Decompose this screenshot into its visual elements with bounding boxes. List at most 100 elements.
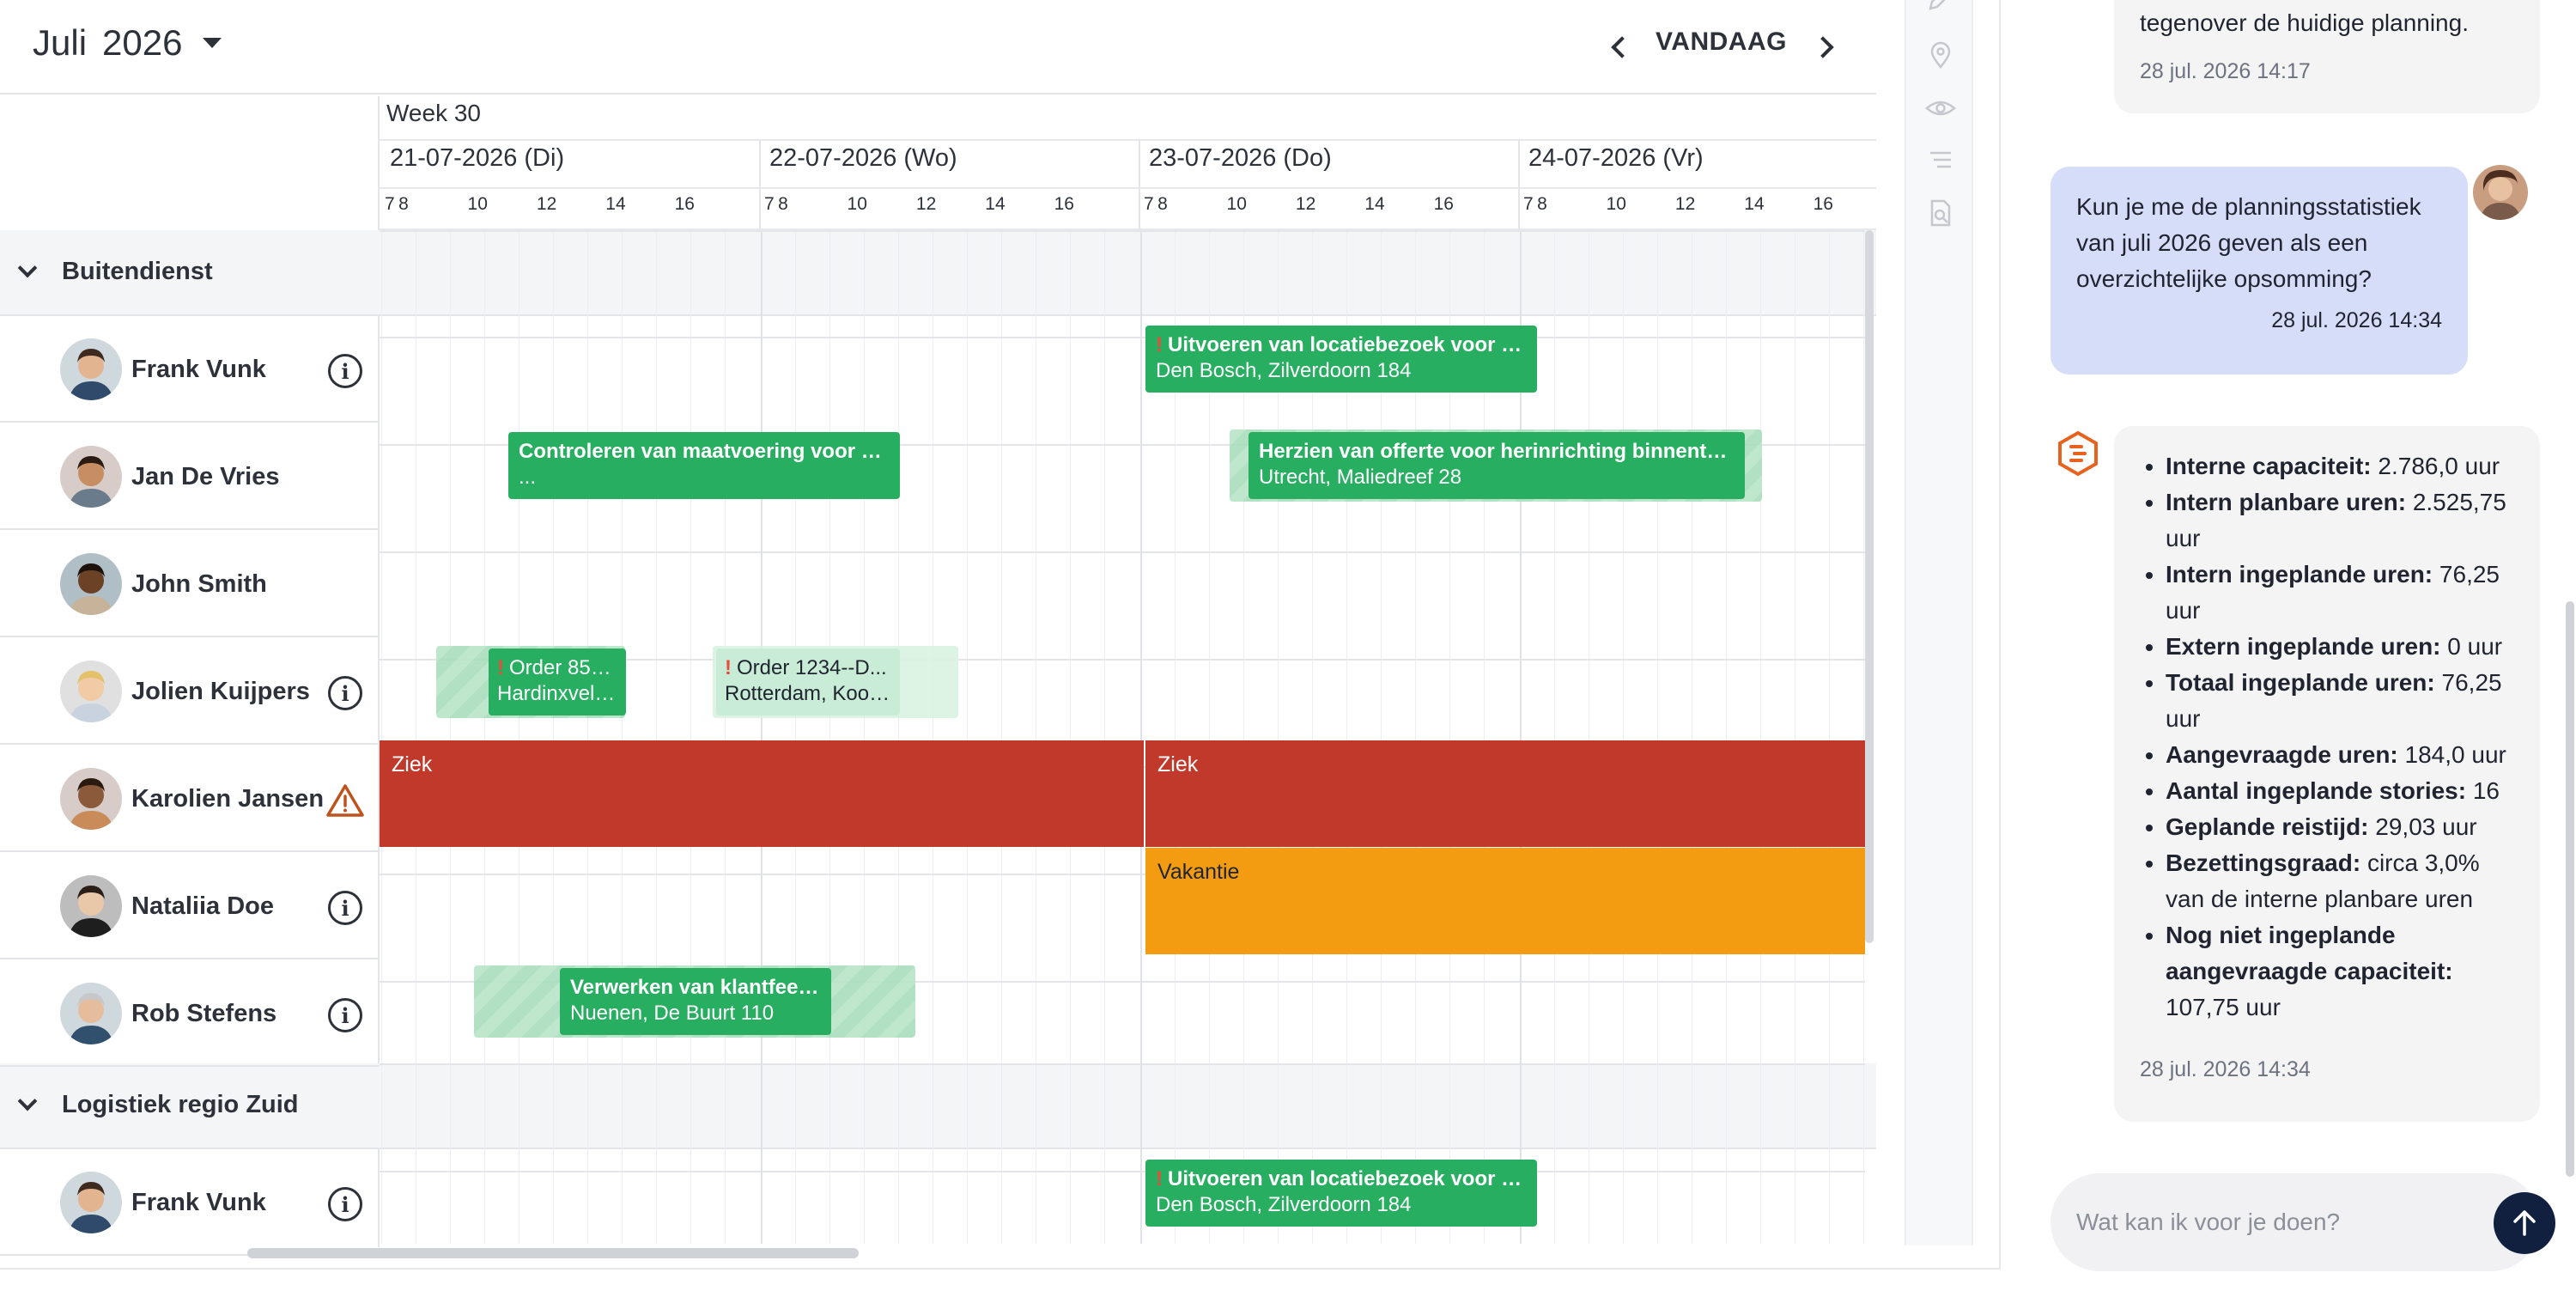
resource-row[interactable]: John Smith (0, 531, 380, 637)
task-title: Verwerken van klantfeed... (570, 976, 821, 999)
chevron-down-icon[interactable] (17, 258, 38, 278)
task-card[interactable]: ! Order 1234--D... Rotterdam, Kootse (716, 648, 900, 715)
info-icon[interactable]: i (328, 354, 362, 388)
message-timestamp: 28 jul. 2026 14:34 (2271, 308, 2442, 332)
statistic-item: Geplande reistijd: 29,03 uur (2166, 809, 2514, 845)
grid-column-line (1104, 230, 1105, 1244)
send-button[interactable] (2494, 1192, 2555, 1254)
assistant-message: tegenover de huidige planning. 28 jul. 2… (2114, 0, 2540, 113)
absence-label: Ziek (392, 752, 433, 776)
group-name: Buitendienst (62, 258, 213, 285)
schedule-grid[interactable]: ! Uitvoeren van locatiebezoek voor da... … (380, 230, 1865, 1244)
vacation-block[interactable]: Vakantie (1145, 848, 1865, 954)
next-period-button[interactable] (1805, 26, 1848, 69)
chat-input[interactable] (2076, 1199, 2454, 1245)
task-card[interactable]: ! Uitvoeren van locatiebezoek voor da... … (1145, 326, 1537, 393)
task-location: Nuenen, De Buurt 110 (570, 1002, 775, 1025)
month-year-dropdown[interactable]: Juli 2026 (33, 22, 222, 64)
task-card[interactable]: !Order 8573-D... Hardinxveld-Giessendam (489, 648, 626, 715)
info-icon[interactable]: i (328, 1187, 362, 1221)
task-location: Hardinxveld-Giessendam (497, 682, 617, 705)
document-search-icon[interactable] (1923, 196, 1958, 230)
grid-column-line (381, 230, 382, 1244)
alert-icon: ! (1156, 1167, 1163, 1190)
hour-tick-label: 16 (674, 194, 695, 214)
avatar (60, 553, 122, 615)
resource-row[interactable]: Nataliia Doe i (0, 853, 380, 959)
task-location: Den Bosch, Zilverdoorn 184 (1156, 359, 1412, 382)
horizontal-scrollbar[interactable] (247, 1248, 859, 1258)
today-button[interactable]: VANDAAG (1656, 27, 1787, 57)
grid-row-line (380, 230, 1865, 232)
previous-period-button[interactable] (1597, 26, 1640, 69)
day-label: 22-07-2026 (Wo) (769, 144, 957, 172)
resource-name: Rob Stefens (131, 1000, 277, 1027)
resource-row[interactable]: Jolien Kuijpers i (0, 638, 380, 745)
statistic-value: 2.786,0 uur (2378, 453, 2500, 479)
chevron-right-icon (1812, 36, 1834, 58)
resource-row[interactable]: Jan De Vries (0, 423, 380, 530)
grid-row-line (380, 551, 1865, 553)
task-title: Herzien van offerte voor herinrichting b… (1259, 440, 1735, 463)
statistic-item: Intern planbare uren: 2.525,75 uur (2166, 484, 2514, 557)
statistic-item: Extern ingeplande uren: 0 uur (2166, 629, 2514, 665)
info-icon[interactable]: i (328, 998, 362, 1032)
chat-scrollbar[interactable] (2566, 601, 2574, 1177)
grid-column-line (864, 230, 865, 1244)
grid-column-line (450, 230, 451, 1244)
grid-column-line (484, 230, 485, 1244)
pencil-icon[interactable] (1923, 0, 1958, 15)
chevron-down-icon[interactable] (17, 1091, 38, 1111)
grid-column-line (829, 230, 830, 1244)
resource-row[interactable]: Rob Stefens i (0, 960, 380, 1067)
hour-tick-label: 14 (1364, 194, 1385, 214)
assistant-message: Interne capaciteit: 2.786,0 uur Intern pl… (2114, 426, 2540, 1122)
warning-icon[interactable] (326, 783, 364, 818)
list-filter-icon[interactable] (1923, 143, 1958, 177)
hour-tick-label: 12 (1674, 194, 1696, 214)
hour-tick-label: 12 (1295, 194, 1316, 214)
resource-row[interactable]: Frank Vunk i (0, 1149, 380, 1256)
statistic-label: Nog niet ingeplande aangevraagde capacit… (2166, 922, 2453, 984)
task-card[interactable]: Herzien van offerte voor herinrichting b… (1249, 432, 1745, 499)
task-title: Order 1234--D... (737, 656, 887, 679)
eye-icon[interactable] (1923, 91, 1958, 125)
avatar (60, 1172, 122, 1233)
user-message: Kun je me de planningsstatistiek van jul… (2050, 167, 2468, 374)
sick-leave-block[interactable]: Ziek (1145, 740, 1865, 847)
hour-tick-label: 7 (1523, 194, 1534, 214)
tool-rail (1905, 0, 1973, 1245)
grid-row-line (380, 337, 1865, 338)
task-location: Rotterdam, Kootse (725, 682, 891, 705)
task-card[interactable]: ! Uitvoeren van locatiebezoek voor da... … (1145, 1160, 1537, 1227)
statistic-label: Geplande reistijd: (2166, 813, 2369, 840)
grid-column-line (1726, 230, 1727, 1244)
statistic-label: Aantal ingeplande stories: (2166, 777, 2467, 804)
resource-row[interactable]: Frank Vunk i (0, 316, 380, 423)
grid-column-line (1070, 230, 1071, 1244)
avatar (60, 661, 122, 722)
statistic-label: Interne capaciteit: (2166, 453, 2372, 479)
info-icon[interactable]: i (328, 891, 362, 925)
day-separator (1518, 139, 1520, 230)
resource-row[interactable]: Karolien Jansen (0, 746, 380, 852)
hour-tick-label: 8 (398, 194, 409, 214)
task-card[interactable]: Controleren van maatvoering voor hou... … (508, 432, 900, 499)
chat-composer (2050, 1173, 2555, 1271)
vertical-scrollbar[interactable] (1865, 230, 1874, 943)
task-card[interactable]: Verwerken van klantfeed... Nuenen, De Bu… (560, 968, 831, 1035)
info-icon[interactable]: i (328, 676, 362, 710)
statistic-value: 16 (2472, 777, 2500, 804)
hour-tick-label: 12 (915, 194, 937, 214)
grid-column-line (1829, 230, 1830, 1244)
sick-leave-block[interactable]: Ziek (380, 740, 1144, 847)
statistic-value: 29,03 uur (2375, 813, 2477, 840)
statistic-value: 107,75 uur (2166, 994, 2281, 1020)
location-pin-icon[interactable] (1923, 38, 1958, 72)
statistic-label: Bezettingsgraad: (2166, 849, 2361, 876)
hour-tick-label: 14 (605, 194, 626, 214)
statistic-item: Totaal ingeplande uren: 76,25 uur (2166, 665, 2514, 737)
grid-column-line (1001, 230, 1002, 1244)
resource-name: Karolien Jansen (131, 785, 325, 813)
assistant-chat-panel: tegenover de huidige planning. 28 jul. 2… (2026, 0, 2576, 1297)
